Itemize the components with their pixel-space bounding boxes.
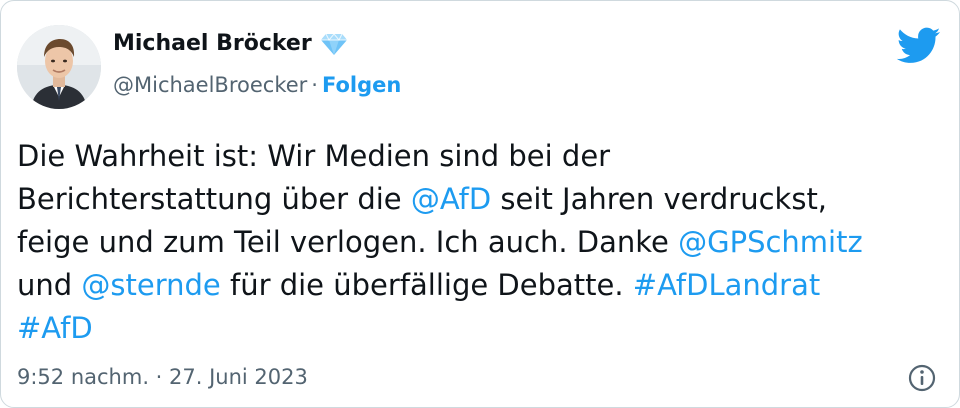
author-display-name[interactable]: Michael Bröcker xyxy=(113,31,312,56)
tweet-line: und @sternde für die überfällige Debatte… xyxy=(17,268,821,302)
tweet-text: Die Wahrheit ist: Wir Medien sind bei de… xyxy=(17,135,947,350)
hashtag-link-afd[interactable]: #AfD xyxy=(17,311,93,345)
avatar-photo xyxy=(17,25,101,109)
avatar[interactable] xyxy=(17,25,101,109)
twitter-bird-icon[interactable] xyxy=(897,27,941,65)
info-icon[interactable] xyxy=(907,363,937,393)
mention-link-gpschmitz[interactable]: @GPSchmitz xyxy=(678,225,863,259)
tweet-date[interactable]: 27. Juni 2023 xyxy=(169,365,308,389)
author-handle-row: @MichaelBroecker · Folgen xyxy=(113,73,401,97)
mention-link-sternde[interactable]: @sternde xyxy=(81,268,220,302)
diamond-verified-icon xyxy=(320,32,348,56)
hashtag-link-afdlandrat[interactable]: #AfDLandrat xyxy=(633,268,820,302)
author-name-row: Michael Bröcker xyxy=(113,31,348,56)
mention-link-afd[interactable]: @AfD xyxy=(411,182,491,216)
handle-separator: · xyxy=(311,73,318,97)
tweet-card: Michael Bröcker @MichaelBroecker · Folge… xyxy=(0,0,960,408)
meta-separator: · xyxy=(149,365,170,389)
author-handle[interactable]: @MichaelBroecker xyxy=(113,73,307,97)
tweet-timestamp: 9:52 nachm. · 27. Juni 2023 xyxy=(17,365,308,389)
tweet-time[interactable]: 9:52 nachm. xyxy=(17,365,149,389)
tweet-line: Die Wahrheit ist: Wir Medien sind bei de… xyxy=(17,139,611,173)
follow-button[interactable]: Folgen xyxy=(322,73,401,97)
tweet-line: Berichterstattung über die @AfD seit Jah… xyxy=(17,182,828,216)
tweet-line: #AfD xyxy=(17,307,947,350)
tweet-line: feige und zum Teil verlogen. Ich auch. D… xyxy=(17,225,863,259)
